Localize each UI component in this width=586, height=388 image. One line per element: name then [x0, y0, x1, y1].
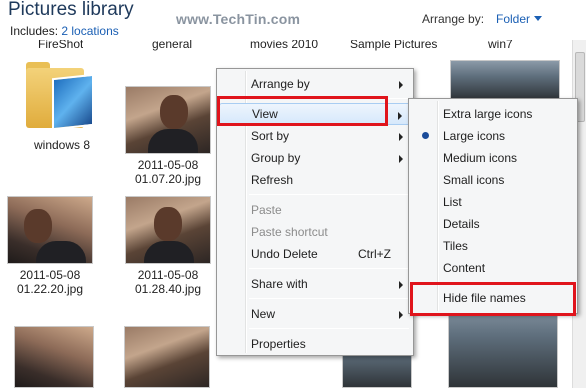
- menu-item-arrange-by[interactable]: Arrange by: [219, 73, 411, 95]
- photo-thumbnail[interactable]: [14, 326, 94, 388]
- photo-thumbnail: [125, 86, 211, 154]
- folder-label-sample-pictures[interactable]: Sample Pictures: [350, 40, 437, 54]
- item-caption: 2011-05-08 01.28.40.jpg: [134, 268, 202, 296]
- locations-link[interactable]: 2 locations: [61, 24, 118, 38]
- photo-item[interactable]: 2011-05-08 01.28.40.jpg: [122, 196, 214, 296]
- chevron-down-icon: [534, 16, 543, 21]
- menu-item-properties[interactable]: Properties: [219, 333, 411, 355]
- item-caption: windows 8: [33, 138, 91, 152]
- menu-item-extra-large-icons[interactable]: Extra large icons: [411, 103, 575, 125]
- menu-item-list[interactable]: List: [411, 191, 575, 213]
- submenu-arrow-icon: [398, 112, 402, 120]
- includes-label: Includes:: [10, 24, 59, 38]
- photo-thumbnail[interactable]: [124, 326, 210, 388]
- library-title: Pictures library: [8, 0, 134, 20]
- menu-item-undo-delete[interactable]: Undo Delete Ctrl+Z: [219, 243, 411, 265]
- photo-thumbnail: [125, 196, 211, 264]
- menu-item-content[interactable]: Content: [411, 257, 575, 279]
- folder-label-general[interactable]: general: [152, 40, 192, 54]
- item-caption: 2011-05-08 01.07.20.jpg: [134, 158, 202, 186]
- menu-item-refresh[interactable]: Refresh: [219, 169, 411, 191]
- menu-item-new[interactable]: New: [219, 303, 411, 325]
- highlight-box-view: [217, 96, 388, 126]
- folder-label-win7[interactable]: win7: [488, 40, 513, 54]
- folder-label-movies[interactable]: movies 2010: [250, 40, 318, 54]
- arrange-by-dropdown[interactable]: Folder: [496, 12, 543, 26]
- submenu-arrow-icon: [399, 81, 403, 89]
- arrange-by-value: Folder: [496, 12, 531, 26]
- arrange-by-label: Arrange by:: [422, 12, 485, 26]
- photo-thumbnail[interactable]: [450, 60, 560, 100]
- photo-item[interactable]: 2011-05-08 01.07.20.jpg: [122, 86, 214, 186]
- item-caption: 2011-05-08 01.22.20.jpg: [16, 268, 84, 296]
- submenu-arrow-icon: [399, 133, 403, 141]
- menu-item-small-icons[interactable]: Small icons: [411, 169, 575, 191]
- watermark: www.TechTin.com: [176, 11, 301, 27]
- shortcut-label: Ctrl+Z: [358, 247, 391, 261]
- folder-icon: [22, 62, 102, 134]
- menu-item-medium-icons[interactable]: Medium icons: [411, 147, 575, 169]
- radio-selected-icon: [422, 132, 429, 139]
- photo-item[interactable]: 2011-05-08 01.22.20.jpg: [4, 196, 96, 296]
- menu-item-group-by[interactable]: Group by: [219, 147, 411, 169]
- folder-label-fireshot[interactable]: FireShot: [38, 40, 83, 54]
- menu-item-sort-by[interactable]: Sort by: [219, 125, 411, 147]
- menu-item-paste[interactable]: Paste: [219, 199, 411, 221]
- submenu-arrow-icon: [399, 155, 403, 163]
- folder-item[interactable]: windows 8: [16, 62, 108, 152]
- menu-item-large-icons[interactable]: Large icons: [411, 125, 575, 147]
- library-includes: Includes: 2 locations: [10, 24, 119, 38]
- menu-item-tiles[interactable]: Tiles: [411, 235, 575, 257]
- photo-thumbnail: [7, 196, 93, 264]
- submenu-arrow-icon: [399, 311, 403, 319]
- menu-item-details[interactable]: Details: [411, 213, 575, 235]
- submenu-arrow-icon: [399, 281, 403, 289]
- highlight-box-hide-file-names: [410, 282, 576, 316]
- menu-item-paste-shortcut[interactable]: Paste shortcut: [219, 221, 411, 243]
- menu-item-share-with[interactable]: Share with: [219, 273, 411, 295]
